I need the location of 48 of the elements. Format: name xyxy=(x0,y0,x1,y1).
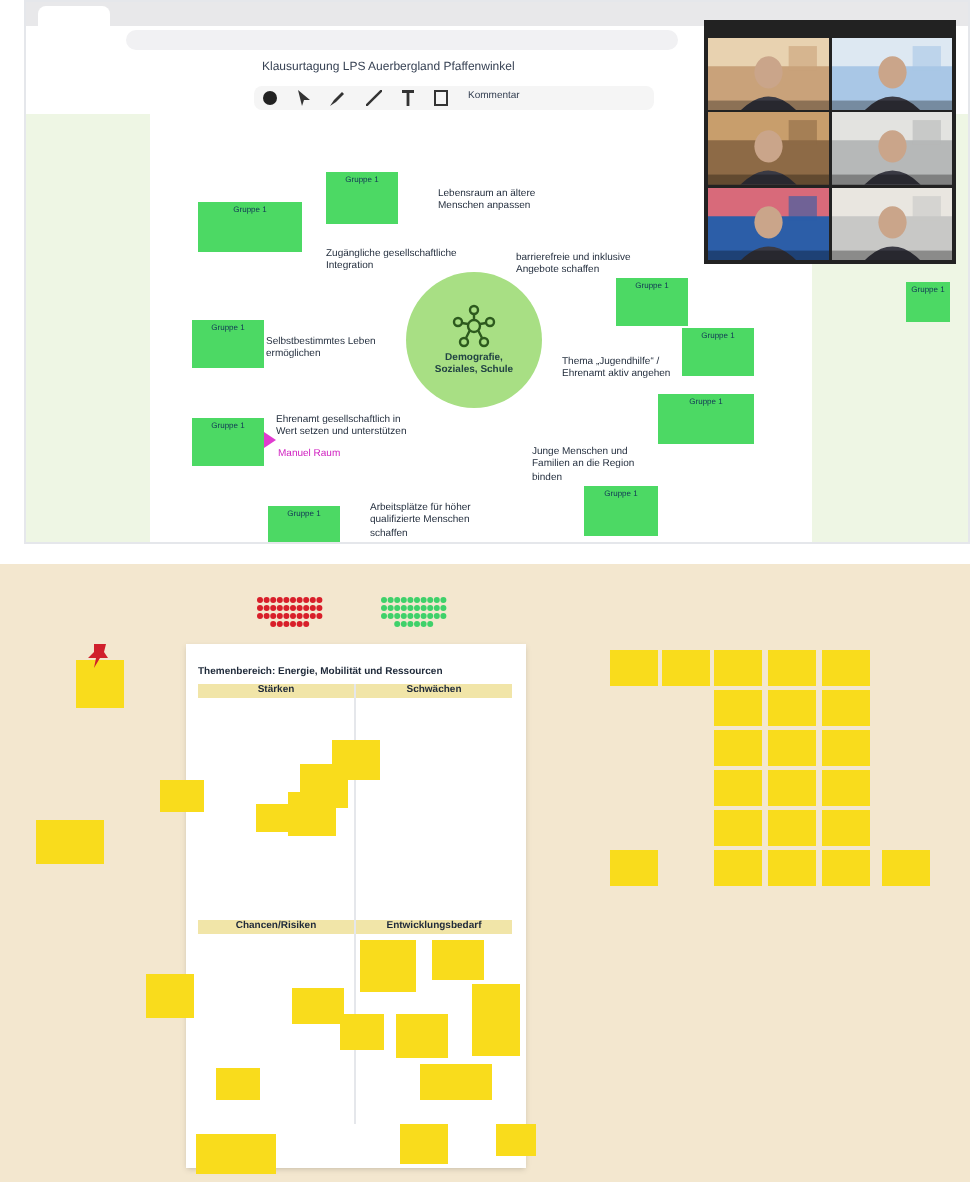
text-icon[interactable] xyxy=(402,90,414,106)
sticky-note xyxy=(822,730,870,766)
sticky-note xyxy=(822,810,870,846)
vote-dots xyxy=(256,596,324,628)
sticky-note xyxy=(472,984,520,1056)
sticky-note xyxy=(216,1068,260,1100)
sticky-note xyxy=(714,650,762,686)
pen-icon[interactable] xyxy=(330,90,346,106)
sticky-note xyxy=(420,1064,492,1100)
sticky-note xyxy=(610,850,658,886)
sticky-note xyxy=(714,810,762,846)
sticky-note xyxy=(822,770,870,806)
sticky-note xyxy=(340,1014,384,1050)
sticky-note xyxy=(76,660,124,708)
line-icon[interactable] xyxy=(366,90,382,106)
sticky-note xyxy=(768,650,816,686)
sticky-note xyxy=(714,770,762,806)
sticky-note xyxy=(822,690,870,726)
sticky-note xyxy=(332,740,380,780)
sticky-note xyxy=(822,850,870,886)
sticky-note xyxy=(496,1124,536,1156)
sticky-note xyxy=(36,820,104,864)
pin-icon xyxy=(88,644,108,668)
sticky-note xyxy=(400,1124,448,1164)
sticky-note xyxy=(768,770,816,806)
sticky-note xyxy=(768,850,816,886)
network-icon xyxy=(452,303,496,348)
pointer-icon[interactable] xyxy=(298,90,310,106)
sticky-note xyxy=(160,780,204,812)
sticky-note xyxy=(714,730,762,766)
sticky-note xyxy=(662,650,710,686)
sticky-note xyxy=(768,730,816,766)
sticky-note xyxy=(768,810,816,846)
vote-dots xyxy=(380,596,448,628)
sticky-note xyxy=(610,650,658,686)
sticky-note xyxy=(768,690,816,726)
sticky-note xyxy=(360,940,416,992)
sticky-note xyxy=(714,690,762,726)
cursor-icon xyxy=(264,432,276,448)
sticky-note xyxy=(714,850,762,886)
sticky-note xyxy=(396,1014,448,1058)
sticky-note xyxy=(882,850,930,886)
sticky-note xyxy=(822,650,870,686)
sticky-note xyxy=(432,940,484,980)
note-icon[interactable] xyxy=(434,90,448,106)
sticky-note xyxy=(292,988,344,1024)
sticky-note xyxy=(196,1134,276,1174)
sticky-note xyxy=(146,974,194,1018)
